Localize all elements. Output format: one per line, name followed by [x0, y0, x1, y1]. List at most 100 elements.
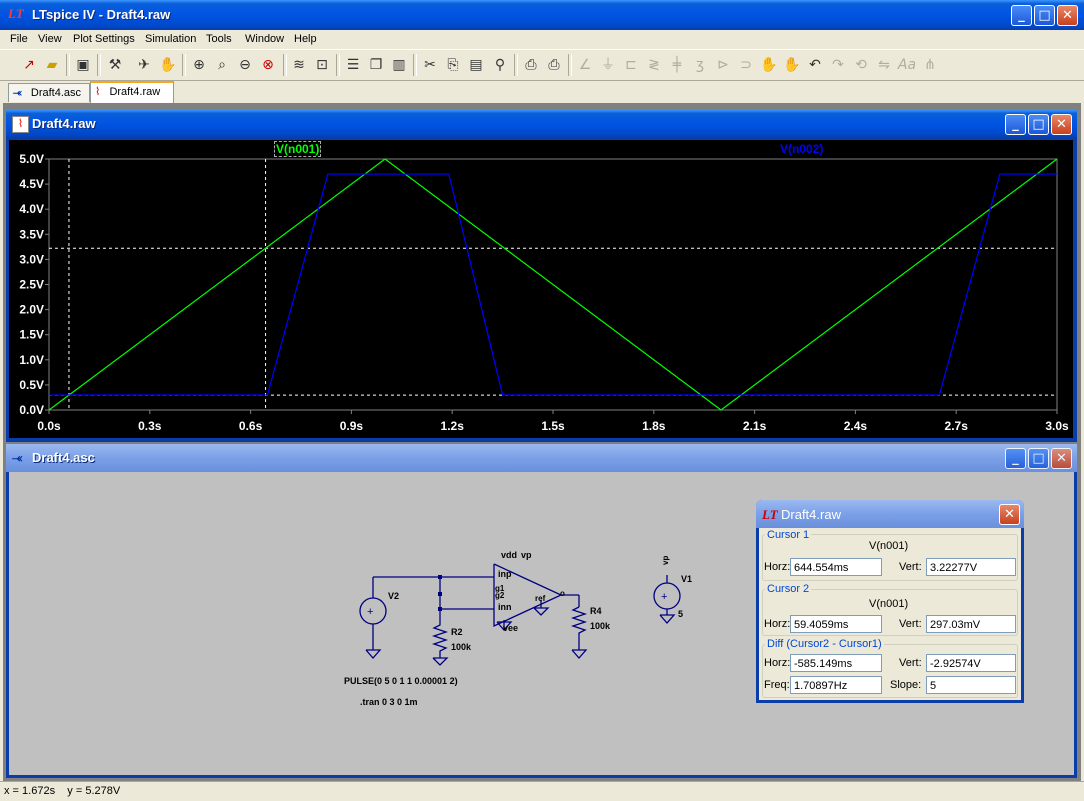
y-tick-label: 2.5V: [19, 278, 44, 292]
cursor2-horz-field[interactable]: 59.4059ms: [790, 615, 882, 633]
plot-close-button[interactable]: ✕: [1051, 114, 1072, 135]
cursor-panel-title: Draft4.raw: [781, 507, 841, 522]
label-v2[interactable]: V2: [388, 591, 399, 601]
waveform-plot[interactable]: 0.0V 0.5V 1.0V 1.5V 2.0V 2.5V 3.0V 3.5V 4.0V 4.5V…: [9, 140, 1073, 438]
diff-freq-label: Freq:: [764, 679, 790, 691]
wire-icon[interactable]: ∠: [574, 54, 596, 76]
tile-vertical-icon[interactable]: ▥: [388, 54, 410, 76]
undo-icon[interactable]: ↶: [804, 54, 826, 76]
cursor1-vert-field[interactable]: 3.22277V: [926, 558, 1016, 576]
tran-directive[interactable]: .tran 0 3 0 1m: [360, 697, 418, 707]
document-tabs: ⤛ Draft4.asc ⌇ Draft4.raw: [0, 81, 1084, 103]
tab-draft4-raw[interactable]: ⌇ Draft4.raw: [90, 81, 174, 103]
x-tick-label: 2.1s: [743, 419, 767, 433]
svg-text:+: +: [661, 591, 667, 603]
status-bar: x = 1.672s y = 5.278V: [0, 781, 1084, 801]
plot-maximize-button[interactable]: □: [1028, 114, 1049, 135]
tab-draft4-asc[interactable]: ⤛ Draft4.asc: [8, 83, 90, 102]
ground-icon[interactable]: ⏚: [597, 54, 619, 76]
label-r2[interactable]: R2: [451, 627, 463, 637]
diff-slope-field[interactable]: 5: [926, 676, 1016, 694]
y-tick-label: 0.5V: [19, 378, 44, 392]
run-icon[interactable]: ✈: [133, 54, 155, 76]
menu-window[interactable]: Window: [245, 33, 284, 45]
text-icon[interactable]: Aa: [896, 54, 918, 76]
menu-plot-settings[interactable]: Plot Settings: [73, 33, 135, 45]
spice-directive-icon[interactable]: ⋔: [919, 54, 941, 76]
print-preview-icon[interactable]: ⎙: [520, 54, 542, 76]
find-icon[interactable]: ⚲: [489, 54, 511, 76]
cursor2-trace: V(n001): [869, 598, 909, 610]
trace-label-v-n002[interactable]: V(n002): [780, 142, 823, 156]
pan-icon[interactable]: ✋: [157, 54, 179, 76]
x-tick-label: 0.6s: [239, 419, 263, 433]
y-tick-label: 3.0V: [19, 252, 44, 266]
close-button[interactable]: ✕: [1057, 5, 1078, 26]
diff-horz-field[interactable]: -585.149ms: [790, 654, 882, 672]
control-panel-icon[interactable]: ⚒: [104, 54, 126, 76]
move-icon[interactable]: ✋: [758, 54, 780, 76]
label-r4-value[interactable]: 100k: [590, 621, 610, 631]
label-icon[interactable]: ⊏: [620, 54, 642, 76]
label-v1-value[interactable]: 5: [678, 609, 683, 619]
zoom-box-icon[interactable]: ⌕: [211, 54, 233, 76]
save-icon[interactable]: ▣: [72, 54, 94, 76]
tile-horizontal-icon[interactable]: ☰: [342, 54, 364, 76]
schematic-close-button[interactable]: ✕: [1051, 448, 1072, 469]
drag-icon[interactable]: ✋: [781, 54, 803, 76]
diode-icon[interactable]: ⊳: [712, 54, 734, 76]
minimize-button[interactable]: _: [1011, 5, 1032, 26]
cursor-panel-close-button[interactable]: ✕: [999, 504, 1020, 525]
zoom-in-icon[interactable]: ⊕: [188, 54, 210, 76]
inductor-icon[interactable]: ʒ: [689, 54, 711, 76]
menu-view[interactable]: View: [38, 33, 62, 45]
schematic-maximize-button[interactable]: □: [1028, 448, 1049, 469]
capacitor-icon[interactable]: ╪: [666, 54, 688, 76]
zoom-fit-icon[interactable]: ⊡: [311, 54, 333, 76]
menu-simulation[interactable]: Simulation: [145, 33, 196, 45]
y-tick-label: 2.0V: [19, 303, 44, 317]
paste-icon[interactable]: ▤: [465, 54, 487, 76]
y-tick-label: 1.5V: [19, 328, 44, 342]
label-r4[interactable]: R4: [590, 606, 602, 616]
diff-vert-label: Vert:: [899, 657, 922, 669]
pulse-directive[interactable]: PULSE(0 5 0 1 1 0.00001 2): [344, 676, 458, 686]
redo-icon[interactable]: ↷: [827, 54, 849, 76]
rotate-icon[interactable]: ⟲: [850, 54, 872, 76]
menu-tools[interactable]: Tools: [206, 33, 232, 45]
label-v1[interactable]: V1: [681, 574, 692, 584]
x-tick-label: 1.5s: [541, 419, 565, 433]
zoom-cancel-icon[interactable]: ⊗: [257, 54, 279, 76]
cursor1-horz-field[interactable]: 644.554ms: [790, 558, 882, 576]
menu-file[interactable]: File: [10, 33, 28, 45]
mirror-icon[interactable]: ⇋: [873, 54, 895, 76]
cursor2-vert-field[interactable]: 297.03mV: [926, 615, 1016, 633]
diff-horz-label: Horz:: [764, 657, 791, 669]
zoom-out-icon[interactable]: ⊖: [234, 54, 256, 76]
cut-icon[interactable]: ✂: [419, 54, 441, 76]
schematic-minimize-button[interactable]: _: [1005, 448, 1026, 469]
plot-minimize-button[interactable]: _: [1005, 114, 1026, 135]
diff-vert-field[interactable]: -2.92574V: [926, 654, 1016, 672]
copy-icon[interactable]: ⎘: [442, 54, 464, 76]
ltspice-logo-icon: LT: [8, 6, 24, 21]
y-tick-label: 1.0V: [19, 353, 44, 367]
app-title: LTspice IV - Draft4.raw: [32, 7, 171, 22]
trace-label-v-n001[interactable]: V(n001): [274, 141, 322, 157]
cascade-icon[interactable]: ❐: [365, 54, 387, 76]
maximize-button[interactable]: □: [1034, 5, 1055, 26]
autorange-icon[interactable]: ≋: [288, 54, 310, 76]
new-schematic-icon[interactable]: ↗: [18, 54, 40, 76]
x-tick-label: 2.7s: [945, 419, 969, 433]
resistor-icon[interactable]: ≷: [643, 54, 665, 76]
cursor-panel: LT Draft4.raw ✕ Cursor 1 V(n001) Horz: 6…: [756, 500, 1024, 703]
open-icon[interactable]: ▰: [41, 54, 63, 76]
menu-help[interactable]: Help: [294, 33, 317, 45]
label-r2-value[interactable]: 100k: [451, 642, 471, 652]
component-icon[interactable]: ⊃: [735, 54, 757, 76]
print-icon[interactable]: ⎙: [543, 54, 565, 76]
diff-freq-field[interactable]: 1.70897Hz: [790, 676, 882, 694]
waveform-icon: ⌇: [12, 116, 29, 133]
y-tick-label: 4.0V: [19, 202, 44, 216]
plot-area[interactable]: 0.0V 0.5V 1.0V 1.5V 2.0V 2.5V 3.0V 3.5V 4.0V 4.5V…: [9, 140, 1073, 438]
